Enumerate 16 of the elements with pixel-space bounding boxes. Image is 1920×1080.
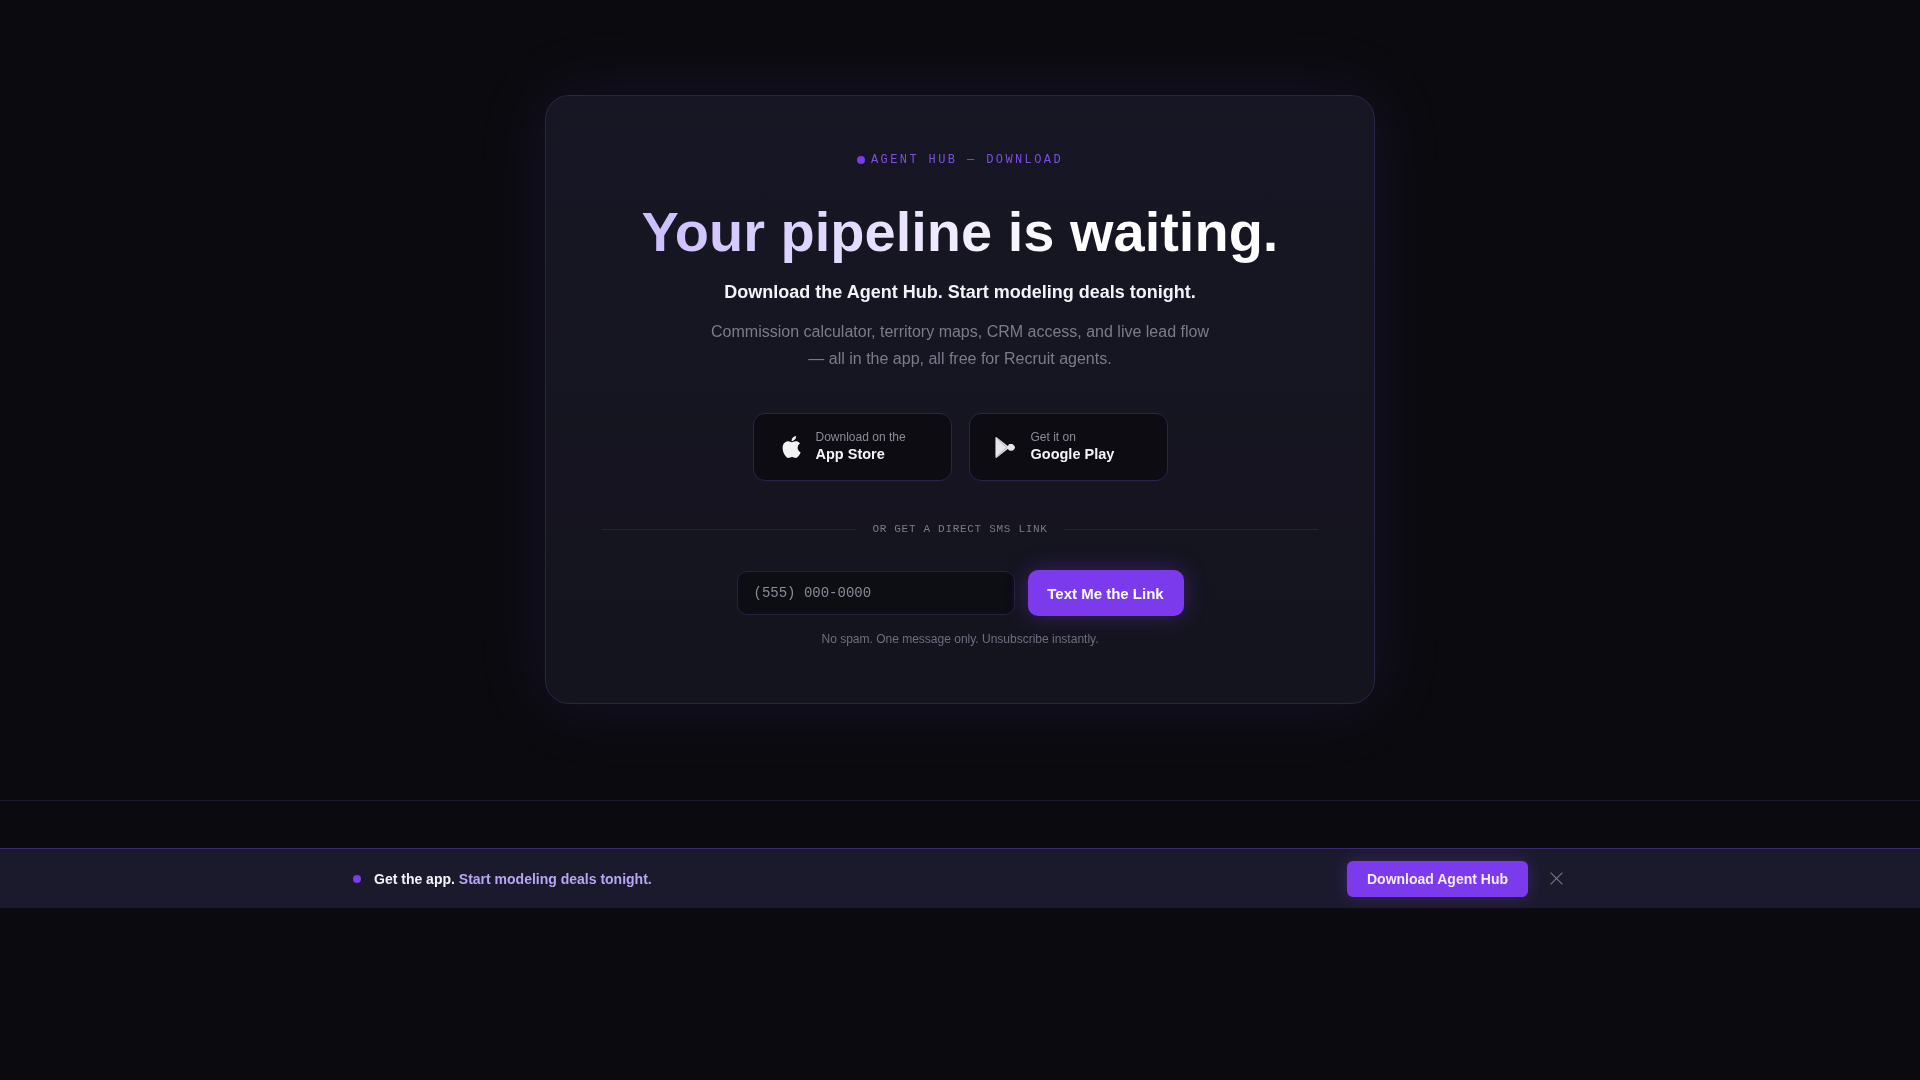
store-button[interactable]: Download on the App Store	[752, 413, 952, 481]
close-icon	[1550, 872, 1563, 885]
divider-label: OR GET A DIRECT SMS LINK	[872, 522, 1048, 537]
dot-icon	[857, 156, 865, 164]
banner-message: Get the app. Start modeling deals tonight.	[374, 869, 652, 888]
description: Commission calculator, territory maps, CRM access, and live lead flow — all in the app, all free for Recruit agents.	[710, 322, 1210, 369]
dot-icon	[353, 874, 361, 883]
send-link-button[interactable]: Text Me the Link	[1027, 570, 1184, 616]
phone-input-field[interactable]: (555) 000-0000	[736, 571, 1015, 615]
disclaimer-note: No spam. One message only. Unsubscribe instantly.	[821, 631, 1099, 647]
eyebrow-label: AGENT HUB — DOWNLOAD	[871, 152, 1063, 168]
play-icon	[994, 435, 1016, 459]
store-button[interactable]: Get it on Google Play	[968, 413, 1168, 481]
apple-icon	[781, 436, 801, 458]
subheadline: Download the Agent Hub. Start modeling deals tonight.	[724, 281, 1196, 304]
download-button[interactable]: Download Agent Hub	[1346, 860, 1528, 897]
